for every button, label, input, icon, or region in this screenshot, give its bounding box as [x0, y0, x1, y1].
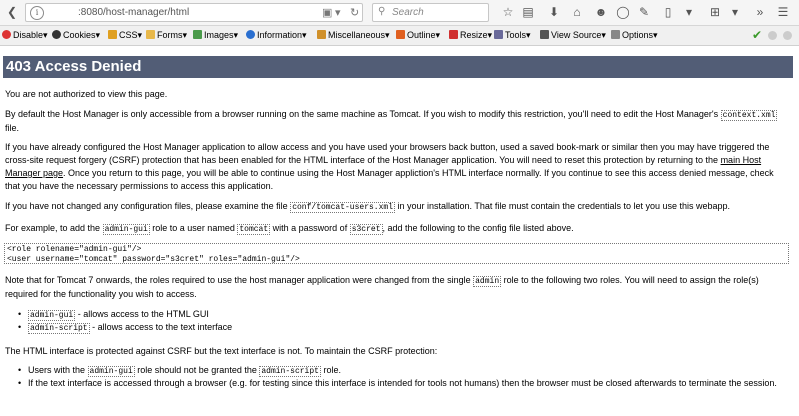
options-icon	[611, 30, 620, 39]
bookmark-star-icon[interactable]: ☆	[500, 4, 516, 20]
reader-view-icon[interactable]: ▣	[322, 6, 332, 19]
wd-forms-menu[interactable]: Forms▾	[146, 30, 187, 41]
paragraph-example: For example, to add the admin-gui role t…	[5, 223, 574, 235]
view-source-icon	[540, 30, 549, 39]
code-admin: admin	[473, 276, 502, 287]
addon-dropdown-icon[interactable]: ▾	[681, 4, 697, 20]
disable-icon	[2, 30, 11, 39]
search-placeholder: Search	[392, 7, 424, 18]
code-admin-script-role: admin-script	[28, 323, 90, 334]
resize-icon	[449, 30, 458, 39]
wd-tools-menu[interactable]: Tools▾	[494, 30, 531, 41]
paragraph-config-file: If you have not changed any configuratio…	[5, 201, 731, 213]
paragraph-csrf-protection: The HTML interface is protected against …	[5, 346, 438, 356]
forms-icon	[146, 30, 155, 39]
images-icon	[193, 30, 202, 39]
code-context-xml: context.xml	[720, 110, 778, 121]
wd-view-source-menu[interactable]: View Source▾	[540, 30, 606, 41]
paragraph-csrf: If you have already configured the Host …	[5, 142, 774, 191]
url-bar[interactable]: i :8080/host-manager/html ▣ ▾ ↻	[25, 3, 363, 22]
page-title: 403 Access Denied	[6, 58, 142, 75]
list-item: admin-script - allows access to the text…	[18, 321, 788, 335]
information-icon	[246, 30, 255, 39]
download-icon[interactable]: ⬇	[546, 4, 562, 20]
home-icon[interactable]: ⌂	[569, 4, 585, 20]
search-icon: ⚲	[378, 6, 386, 17]
page-header: 403 Access Denied	[3, 56, 793, 78]
code-s3cret: s3cret	[349, 224, 383, 235]
code-admin-gui: admin-gui	[102, 224, 150, 235]
outline-icon	[396, 30, 405, 39]
paragraph-default-access: By default the Host Manager is only acce…	[5, 109, 778, 133]
check-icon[interactable]: ✔	[752, 28, 762, 42]
wd-information-menu[interactable]: Information▾	[246, 30, 307, 41]
crop-icon[interactable]: ⊞	[707, 4, 723, 20]
browser-toolbar: ❮ i :8080/host-manager/html ▣ ▾ ↻ ⚲ Sear…	[0, 0, 799, 26]
reload-icon[interactable]: ↻	[350, 6, 359, 19]
config-code-block: <role rolename="admin-gui"/> <user usern…	[4, 243, 789, 264]
list-item: Users with the admin-gui role should not…	[18, 364, 788, 378]
url-text[interactable]: :8080/host-manager/html	[78, 7, 189, 18]
miscellaneous-icon	[317, 30, 326, 39]
code-admin-gui-role: admin-gui	[28, 310, 76, 321]
addon-icon[interactable]: ✎	[636, 4, 652, 20]
library-icon[interactable]: ▯	[660, 4, 676, 20]
paragraph-roles-note: Note that for Tomcat 7 onwards, the role…	[5, 275, 759, 299]
tools-icon	[494, 30, 503, 39]
wd-resize-menu[interactable]: Resize▾	[449, 30, 492, 41]
overflow-icon[interactable]: »	[752, 4, 768, 20]
back-icon[interactable]: ❮	[4, 4, 20, 20]
paragraph-unauthorized: You are not authorized to view this page…	[5, 89, 168, 99]
info-icon[interactable]: i	[30, 6, 44, 20]
status-dot-icon[interactable]	[783, 31, 792, 40]
wd-miscellaneous-menu[interactable]: Miscellaneous▾	[317, 30, 390, 41]
list-item: admin-gui - allows access to the HTML GU…	[18, 308, 788, 322]
status-dot-icon[interactable]	[768, 31, 777, 40]
reading-list-icon[interactable]: ▤	[520, 4, 536, 20]
shield-icon[interactable]: ◯	[615, 4, 631, 20]
wd-css-menu[interactable]: CSS▾	[108, 30, 142, 41]
wd-options-menu[interactable]: Options▾	[611, 30, 658, 41]
wd-disable-menu[interactable]: Disable▾	[2, 30, 48, 41]
menu-icon[interactable]: ☰	[775, 4, 791, 20]
crop-dropdown-icon[interactable]: ▾	[727, 4, 743, 20]
wd-cookies-menu[interactable]: Cookies▾	[52, 30, 100, 41]
css-icon	[108, 30, 117, 39]
code-tomcat: tomcat	[237, 224, 271, 235]
web-developer-toolbar: Disable▾ Cookies▾ CSS▾ Forms▾ Images▾ In…	[0, 26, 799, 46]
cookies-icon	[52, 30, 61, 39]
dropdown-icon[interactable]: ▾	[335, 6, 341, 19]
wd-images-menu[interactable]: Images▾	[193, 30, 238, 41]
code-admin-gui-rule: admin-gui	[87, 366, 135, 377]
search-box[interactable]: ⚲ Search	[372, 3, 489, 22]
chat-icon[interactable]: ☻	[593, 4, 609, 20]
code-admin-script-rule: admin-script	[259, 366, 321, 377]
wd-outline-menu[interactable]: Outline▾	[396, 30, 440, 41]
code-tomcat-users-xml: conf/tomcat-users.xml	[290, 202, 396, 213]
list-item: If the text interface is accessed throug…	[18, 377, 788, 389]
